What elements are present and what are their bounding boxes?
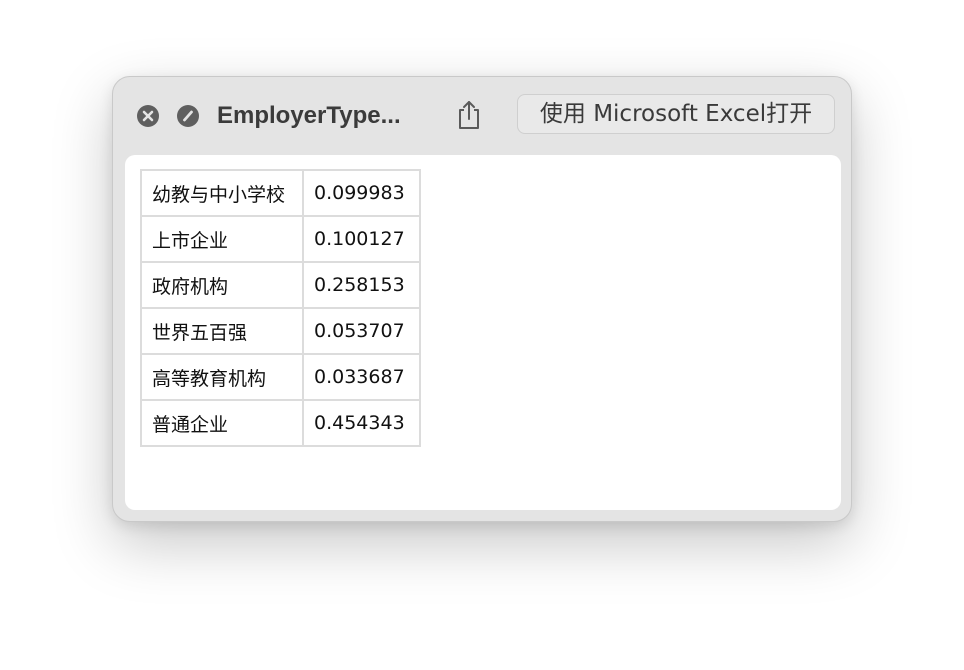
window-title: EmployerType...: [217, 102, 401, 129]
share-icon: [459, 101, 479, 129]
open-with-excel-button[interactable]: 使用 Microsoft Excel打开: [517, 94, 835, 134]
fullscreen-button[interactable]: [177, 105, 199, 127]
table-row: 世界五百强 0.053707: [140, 307, 421, 355]
table-row: 普通企业 0.454343: [140, 399, 421, 447]
quicklook-window: EmployerType... 使用 Microsoft Excel打开 幼教与…: [112, 76, 852, 522]
proportion-cell: 0.099983: [302, 169, 421, 217]
share-button[interactable]: [453, 97, 485, 133]
proportion-cell: 0.033687: [302, 353, 421, 401]
employer-type-cell: 世界五百强: [140, 307, 304, 355]
table-row: 高等教育机构 0.033687: [140, 353, 421, 401]
no-entry-slash-icon: [183, 110, 193, 122]
preview-content: 幼教与中小学校 0.099983 上市企业 0.100127 政府机构 0.25…: [125, 155, 841, 510]
table-row: 上市企业 0.100127: [140, 215, 421, 263]
title-bar: EmployerType... 使用 Microsoft Excel打开: [113, 77, 851, 153]
proportion-cell: 0.053707: [302, 307, 421, 355]
proportion-cell: 0.454343: [302, 399, 421, 447]
close-x-icon: [142, 110, 154, 122]
employer-type-cell: 上市企业: [140, 215, 304, 263]
close-button[interactable]: [137, 105, 159, 127]
spreadsheet-table: 幼教与中小学校 0.099983 上市企业 0.100127 政府机构 0.25…: [140, 169, 421, 447]
table-row: 幼教与中小学校 0.099983: [140, 169, 421, 217]
table-row: 政府机构 0.258153: [140, 261, 421, 309]
proportion-cell: 0.258153: [302, 261, 421, 309]
employer-type-cell: 普通企业: [140, 399, 304, 447]
employer-type-cell: 高等教育机构: [140, 353, 304, 401]
employer-type-cell: 政府机构: [140, 261, 304, 309]
proportion-cell: 0.100127: [302, 215, 421, 263]
employer-type-cell: 幼教与中小学校: [140, 169, 304, 217]
